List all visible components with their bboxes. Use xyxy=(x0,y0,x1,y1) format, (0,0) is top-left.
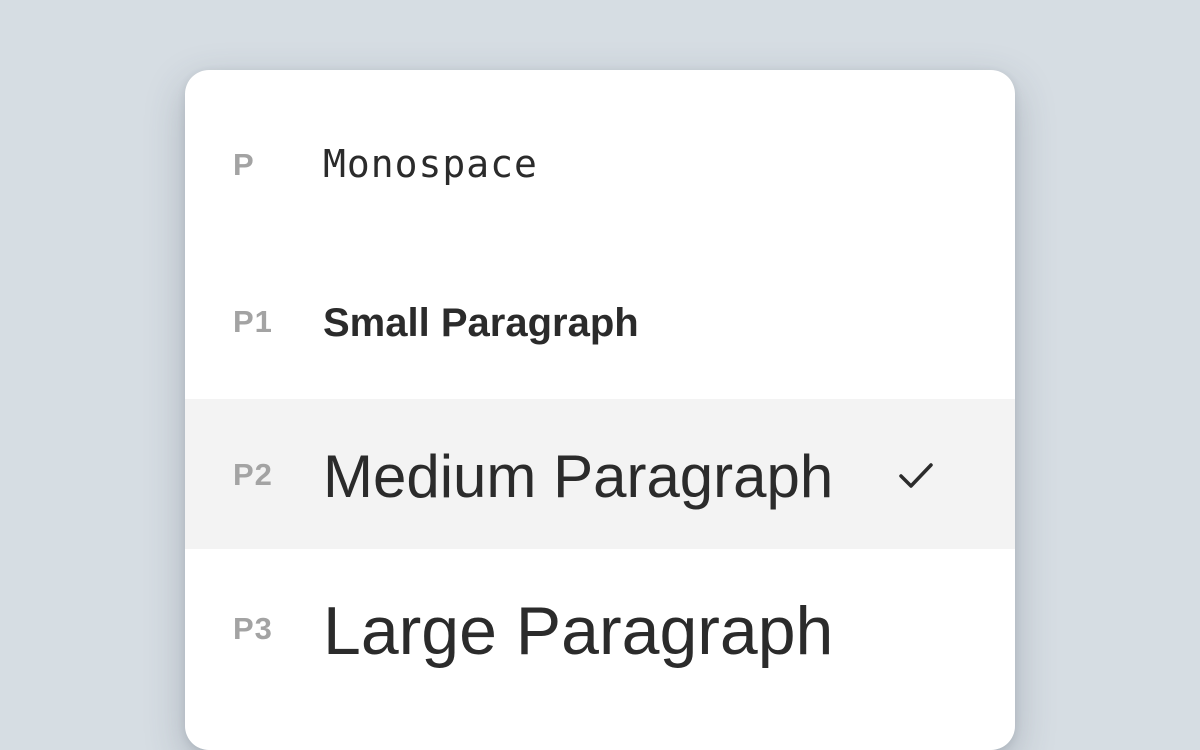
checkmark-icon xyxy=(899,463,933,488)
style-code: P xyxy=(233,147,255,182)
text-style-menu: P Monospace P1 Small Paragraph P2 Medium… xyxy=(185,70,1015,750)
style-label: Small Paragraph xyxy=(323,301,639,345)
menu-item-small-paragraph[interactable]: P1 Small Paragraph xyxy=(185,240,1015,399)
style-label: Large Paragraph xyxy=(323,593,834,669)
style-code: P3 xyxy=(233,611,273,646)
menu-item-large-paragraph[interactable]: P3 Large Paragraph xyxy=(185,549,1015,750)
style-label: Monospace xyxy=(323,142,538,186)
menu-item-monospace[interactable]: P Monospace xyxy=(185,70,1015,240)
style-label: Medium Paragraph xyxy=(323,443,834,510)
style-code: P1 xyxy=(233,304,273,339)
style-code: P2 xyxy=(233,457,273,492)
menu-item-medium-paragraph[interactable]: P2 Medium Paragraph xyxy=(185,399,1015,549)
